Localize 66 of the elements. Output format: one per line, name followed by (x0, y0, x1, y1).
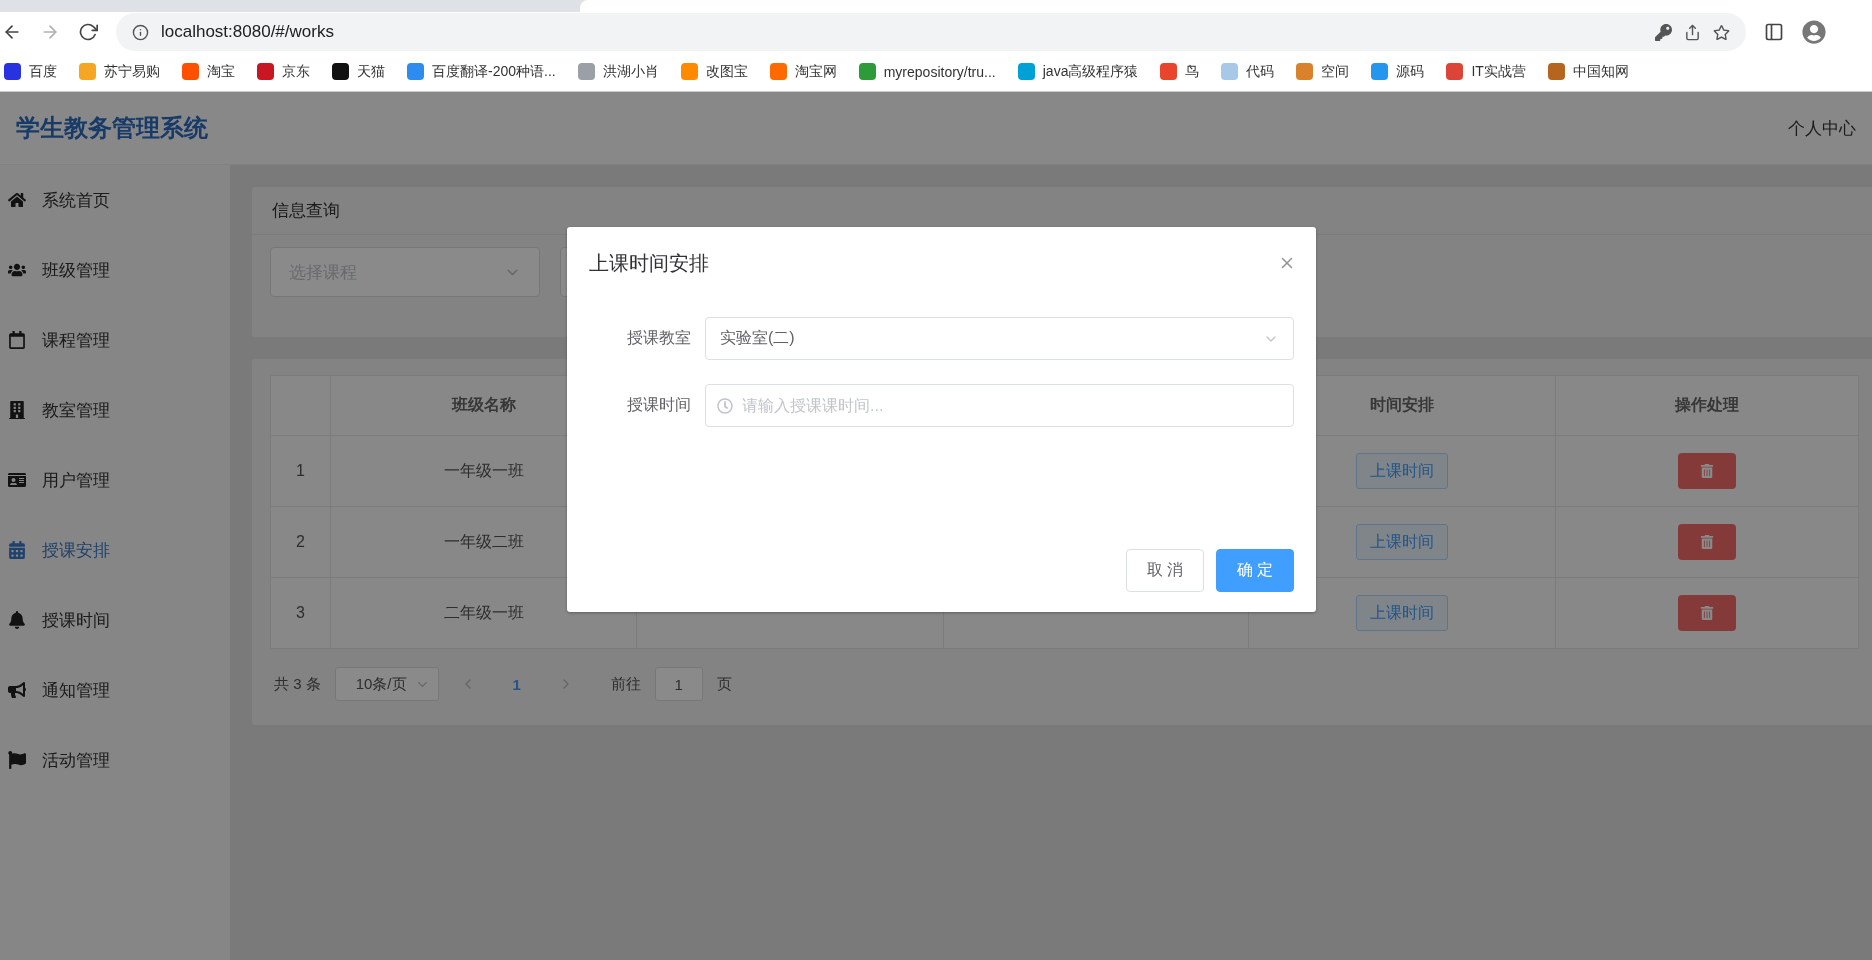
sidebar-item[interactable]: 系统首页 (0, 165, 230, 235)
sidebar-item[interactable]: 用户管理 (0, 445, 230, 515)
column-header: 操作处理 (1556, 376, 1859, 436)
bookmark-link[interactable]: 百度 (4, 62, 57, 81)
address-bar[interactable]: localhost:8080/#/works (116, 13, 1746, 51)
table-cell: 3 (271, 578, 331, 649)
users-icon (8, 261, 28, 279)
bell-icon (8, 611, 28, 629)
megaphone-icon (8, 681, 28, 699)
dialog-title: 上课时间安排 (589, 250, 709, 276)
id-card-icon (8, 471, 28, 489)
total-count: 共 3 条 (274, 674, 321, 694)
profile-icon[interactable] (1802, 20, 1826, 44)
time-input-field[interactable]: 请输入授课课时间... (705, 384, 1294, 427)
flag-icon (8, 751, 28, 769)
calendar-icon (8, 541, 28, 559)
sidebar-item[interactable]: 通知管理 (0, 655, 230, 725)
home-icon (8, 191, 28, 209)
table-cell: 2 (271, 507, 331, 578)
bookmark-link[interactable]: 中国知网 (1547, 62, 1629, 81)
clock-icon (717, 398, 733, 414)
sidebar-item[interactable]: 课程管理 (0, 305, 230, 375)
building-icon (8, 401, 28, 419)
field-label: 授课教室 (626, 328, 692, 348)
side-panel-icon[interactable] (1764, 22, 1784, 42)
sidebar-item[interactable]: 活动管理 (0, 725, 230, 795)
delete-button[interactable] (1678, 524, 1736, 560)
info-icon (132, 23, 149, 41)
bookmark-link[interactable]: 代码 (1221, 62, 1275, 81)
bookmark-link[interactable]: 改图宝 (680, 62, 748, 81)
trash-icon (1700, 606, 1714, 620)
page-suffix: 页 (716, 674, 732, 694)
calendar-icon (8, 331, 28, 349)
reload-icon[interactable] (78, 22, 98, 42)
goto-label: 前往 (610, 674, 641, 694)
sidebar-item[interactable]: 教室管理 (0, 375, 230, 445)
bookmark-link[interactable]: 百度翻译-200种语... (407, 62, 556, 81)
trash-icon (1700, 535, 1714, 549)
share-icon[interactable] (1684, 23, 1701, 41)
card-title: 信息查询 (272, 200, 340, 222)
table-cell: 1 (271, 436, 331, 507)
user-center-link[interactable]: 个人中心 (1788, 116, 1856, 140)
bookmark-link[interactable]: 京东 (257, 62, 310, 81)
bookmark-link[interactable]: 苏宁易购 (79, 62, 160, 81)
delete-button[interactable] (1678, 595, 1736, 631)
bookmark-link[interactable]: 空间 (1296, 62, 1350, 81)
bookmark-link[interactable]: 淘宝 (182, 62, 235, 81)
bookmark-link[interactable]: 洪湖小肖 (577, 62, 659, 81)
sidebar-item[interactable]: 授课时间 (0, 585, 230, 655)
goto-page-field[interactable]: 1 (654, 667, 703, 701)
star-icon[interactable] (1713, 23, 1730, 41)
sidebar-item[interactable]: 班级管理 (0, 235, 230, 305)
bookmark-link[interactable]: 天猫 (332, 62, 385, 81)
key-icon[interactable] (1655, 23, 1672, 41)
page-size-select[interactable]: 10条/页 (334, 667, 439, 701)
cancel-button[interactable]: 取 消 (1126, 549, 1204, 592)
bookmark-link[interactable]: 淘宝网 (769, 62, 837, 81)
bookmark-link[interactable]: java高级程序猿 (1017, 62, 1139, 81)
app-title: 学生教务管理系统 (16, 113, 208, 143)
bookmark-link[interactable]: myrepository/tru... (858, 63, 996, 80)
bookmark-link[interactable]: 鸟 (1160, 62, 1200, 81)
classroom-select[interactable]: 实验室(二) (705, 317, 1294, 360)
trash-icon (1700, 464, 1714, 478)
bookmark-link[interactable]: IT实战营 (1446, 62, 1526, 81)
delete-button[interactable] (1678, 453, 1736, 489)
bookmark-link[interactable]: 源码 (1371, 62, 1425, 81)
